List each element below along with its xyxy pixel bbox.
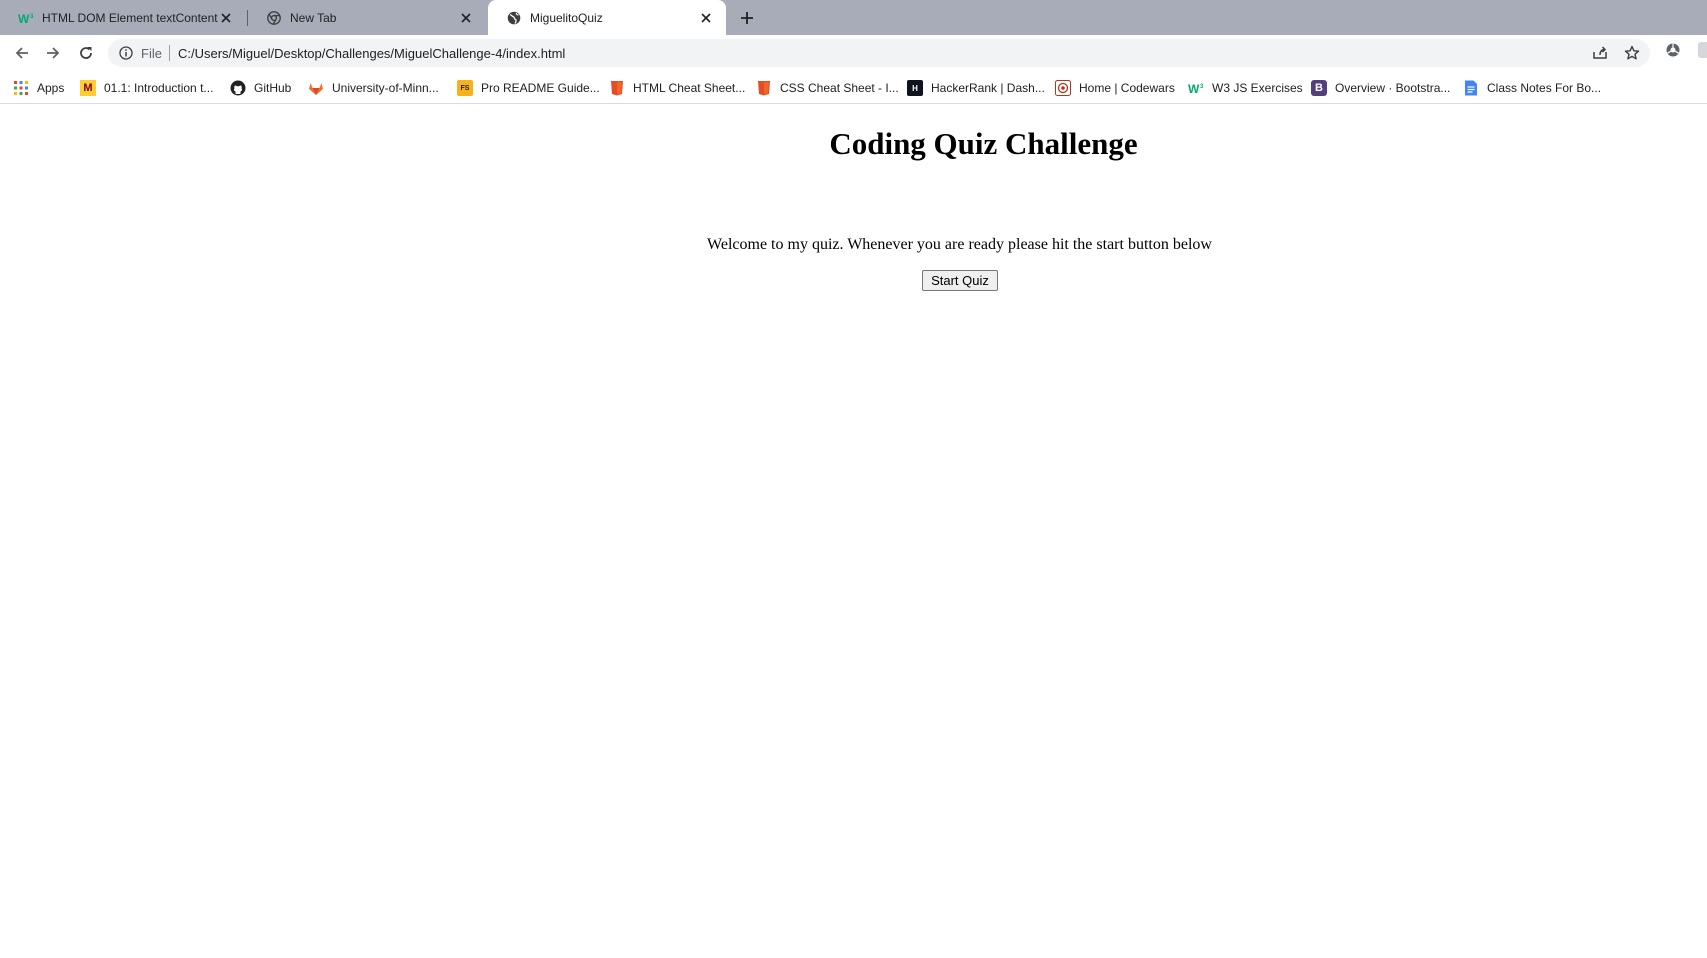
tab-strip: W3 HTML DOM Element textContent New Tab … [0,0,1707,35]
url-text[interactable]: C:/Users/Miguel/Desktop/Challenges/Migue… [178,46,565,61]
gitlab-icon [308,80,324,96]
profile-icon[interactable] [1698,42,1707,58]
bookmark-w3-js-exercises[interactable]: W3 W3 JS Exercises [1188,79,1303,97]
share-icon[interactable] [1592,45,1608,61]
chrome-icon [266,10,282,26]
close-icon[interactable] [218,10,234,26]
bookmark-github[interactable]: GitHub [230,79,291,97]
url-divider [169,45,170,61]
forward-button[interactable] [41,41,65,65]
bookmarks-bar: Apps M 01.1: Introduction t... GitHub Un… [0,71,1707,104]
page-content: Coding Quiz Challenge Welcome to my quiz… [0,104,1707,958]
bookmark-label: Home | Codewars [1079,81,1175,95]
apps-grid-icon [13,80,29,96]
bookmark-label: HackerRank | Dash... [931,81,1045,95]
bookmark-label: University-of-Minn... [332,81,439,95]
bookmark-label: 01.1: Introduction t... [104,81,214,95]
minnesota-icon: M [80,80,96,96]
svg-text:3: 3 [1200,84,1204,90]
close-icon[interactable] [698,10,714,26]
codewars-icon [1055,80,1071,96]
back-button[interactable] [10,41,34,65]
bookmark-label: Class Notes For Bo... [1487,81,1602,95]
tab-title: New Tab [290,10,337,25]
bookmark-label: GitHub [254,81,292,95]
browser-toolbar: File C:/Users/Miguel/Desktop/Challenges/… [0,35,1707,71]
bookmark-label: Overview · Bootstra... [1335,81,1451,95]
bookmark-label: HTML Cheat Sheet... [633,81,746,95]
github-icon [230,80,246,96]
bootstrap-icon: B [1311,80,1327,96]
readme-icon: FS [457,80,473,96]
tab-new-tab[interactable]: New Tab [248,0,486,35]
page-title: Coding Quiz Challenge [829,126,1138,161]
url-scheme-label: File [141,46,162,61]
bookmark-hackerrank[interactable]: H HackerRank | Dash... [907,79,1045,97]
address-bar[interactable]: File C:/Users/Miguel/Desktop/Challenges/… [108,39,1650,67]
svg-text:W: W [18,12,30,24]
new-tab-button[interactable] [736,7,758,29]
svg-text:W: W [1188,82,1200,94]
bookmark-university-of-minnesota[interactable]: University-of-Minn... [308,79,439,97]
globe-icon [506,10,522,26]
w3schools-icon: W3 [1188,80,1204,96]
extension-icon[interactable] [1664,41,1682,59]
docs-icon [1463,80,1479,96]
bookmark-html-cheat-sheet[interactable]: HTML Cheat Sheet... [609,79,745,97]
info-icon[interactable] [118,45,134,61]
bookmark-class-notes[interactable]: Class Notes For Bo... [1463,79,1601,97]
bookmark-introduction[interactable]: M 01.1: Introduction t... [80,79,213,97]
hackerrank-icon: H [907,80,923,96]
bookmark-star-icon[interactable] [1624,45,1640,61]
close-icon[interactable] [458,10,474,26]
bookmark-label: CSS Cheat Sheet - I... [780,81,899,95]
start-quiz-button[interactable]: Start Quiz [922,270,998,291]
bookmark-label: W3 JS Exercises [1212,81,1303,95]
css-icon [756,80,772,96]
reload-button[interactable] [74,41,98,65]
welcome-message: Welcome to my quiz. Whenever you are rea… [707,236,1212,253]
tab-miguelitoquiz[interactable]: MiguelitoQuiz [488,0,726,35]
bookmark-bootstrap-overview[interactable]: B Overview · Bootstra... [1311,79,1450,97]
bookmark-pro-readme-guide[interactable]: FS Pro README Guide... [457,79,600,97]
bookmark-codewars[interactable]: Home | Codewars [1055,79,1175,97]
bookmark-label: Pro README Guide... [481,81,600,95]
tab-title: HTML DOM Element textContent [42,10,218,25]
w3schools-icon: W3 [18,10,34,26]
html-icon [609,80,625,96]
bookmark-label: Apps [37,81,65,95]
svg-text:3: 3 [30,14,34,20]
bookmark-apps[interactable]: Apps [13,79,64,97]
tab-title: MiguelitoQuiz [530,10,603,25]
tab-html-dom-element[interactable]: W3 HTML DOM Element textContent [0,0,246,35]
bookmark-css-cheat-sheet[interactable]: CSS Cheat Sheet - I... [756,79,899,97]
